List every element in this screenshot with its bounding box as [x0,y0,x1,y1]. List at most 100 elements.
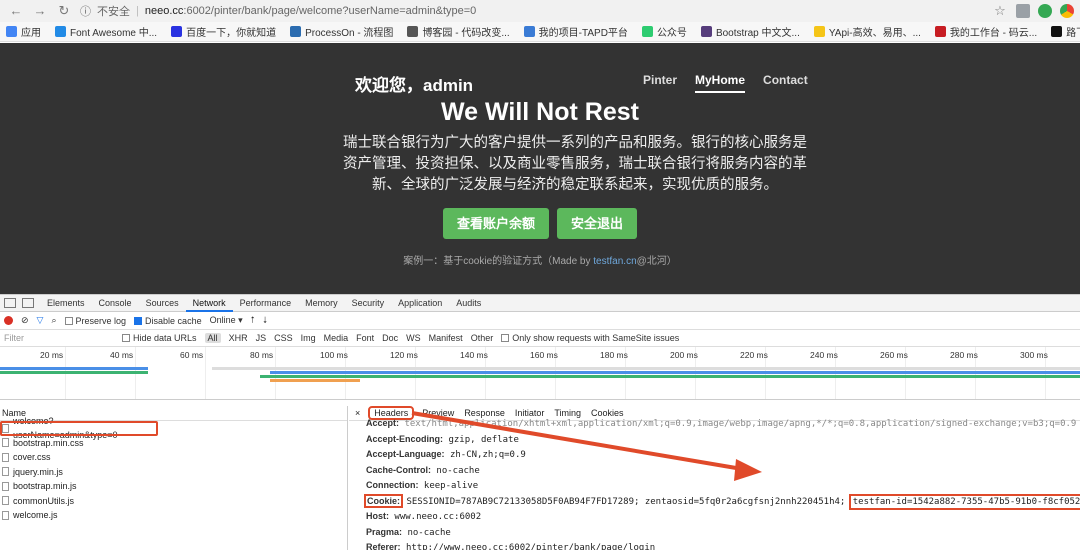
bookmark-icon [1051,26,1063,37]
header-value: http://www.neeo.cc:6002/pinter/bank/page… [405,543,656,550]
url-field[interactable]: ⓘ 不安全 | neeo.cc :6002/pinter/bank/page/w… [80,2,1010,20]
type-filter-doc[interactable]: Doc [382,333,398,343]
bookmark-label: 应用 [21,28,41,39]
type-filter-font[interactable]: Font [356,333,374,343]
devtools-tab-console[interactable]: Console [92,295,139,312]
bookmark-icon [641,26,653,37]
info-icon[interactable]: ⓘ [80,3,91,19]
request-name: bootstrap.min.js [13,481,77,491]
url-separator: | [136,5,139,17]
devtools-tab-memory[interactable]: Memory [298,295,345,312]
type-filter-img[interactable]: Img [301,333,316,343]
bookmark-item[interactable]: 公众号 [641,24,687,39]
timeline-tick: 20 ms [40,350,64,360]
devtools-tab-audits[interactable]: Audits [449,295,488,312]
header-key: Accept: [366,418,400,428]
file-icon [2,423,9,433]
search-icon[interactable]: ⌕ [51,315,56,326]
hide-data-urls-checkbox[interactable]: Hide data URLs [122,333,197,343]
type-filter-ws[interactable]: WS [406,333,421,343]
devtools-tab-network[interactable]: Network [185,295,233,312]
bookmark-item[interactable]: ProcessOn - 流程图 [290,24,393,39]
bookmark-item[interactable]: 路飞学城 [1051,24,1080,39]
back-icon[interactable]: ← [8,3,24,19]
bookmark-item[interactable]: YApi-高效、易用、... [813,24,921,39]
chrome-icon[interactable] [1060,4,1074,18]
view-balance-button[interactable]: 查看账户余额 [442,208,549,239]
timeline-bar [212,367,1080,370]
file-icon [2,510,9,520]
header-line: Connection: keep-alive [349,478,1080,494]
bookmark-item[interactable]: Font Awesome 中... [55,24,157,39]
nav-pinter[interactable]: Pinter [643,73,677,93]
extension-icon[interactable] [1038,4,1052,18]
cover-heading: We Will Not Rest [441,98,639,126]
request-row[interactable]: bootstrap.min.js [0,479,347,494]
devtools-tab-performance[interactable]: Performance [233,295,299,312]
type-filter-js[interactable]: JS [256,333,267,343]
filter-icon[interactable]: ▽ [37,315,44,326]
type-filter-manifest[interactable]: Manifest [429,333,463,343]
close-icon[interactable]: × [355,408,360,418]
record-icon[interactable] [4,316,13,325]
nav-contact[interactable]: Contact [763,73,808,93]
bookmark-item[interactable]: 我的工作台 - 码云... [934,24,1037,39]
bookmark-item[interactable]: 应用 [6,24,41,39]
devtools-tab-elements[interactable]: Elements [40,295,92,312]
request-name: bootstrap.min.css [13,437,84,448]
inspect-icon[interactable] [4,298,16,308]
header-key: Host: [366,511,389,521]
testfan-cookie-highlight: testfan-id=1542a882-7355-47b5-91b0-f8cf0… [848,493,1080,510]
devtools-tab-security[interactable]: Security [345,295,392,312]
bookmark-label: 我的项目-TAPD平台 [538,28,628,39]
file-icon [2,467,9,477]
network-timeline: 20 ms 40 ms 60 ms 80 ms 100 ms 120 ms 140 ms 16… [0,347,1080,400]
reload-icon[interactable]: ↻ [56,3,72,19]
bookmark-item[interactable]: Bootstrap 中文文... [700,24,800,39]
header-line: Cookie: SESSIONID=787AB9C72133058D5F0AB9… [349,493,1080,510]
filter-input[interactable]: Filter [4,333,114,343]
request-name: jquery.min.js [13,466,63,477]
nav-myhome[interactable]: MyHome [695,73,746,93]
bookmark-item[interactable]: 百度一下，你就知道 [171,24,276,39]
device-toggle-icon[interactable] [22,298,34,308]
type-filter-css[interactable]: CSS [274,333,293,343]
request-row[interactable]: welcome?userName=admin&type=0 [0,416,158,440]
bookmark-icon [407,26,419,37]
throttle-select[interactable]: Online ▾ [210,315,243,326]
import-icon[interactable]: ⭡ [251,315,255,326]
type-filter-media[interactable]: Media [324,333,349,343]
logout-button[interactable]: 安全退出 [557,208,638,239]
request-detail: × Headers Preview Response Initiator Timing C… [349,406,1080,550]
bookmark-item[interactable]: 我的项目-TAPD平台 [523,24,628,39]
export-icon[interactable]: ⭣ [263,315,267,326]
timeline-tick: 80 ms [250,350,274,360]
request-row[interactable]: bootstrap.min.css [0,436,347,451]
type-filter-all[interactable]: All [204,333,221,343]
preserve-log-checkbox[interactable]: Preserve log [64,316,126,326]
disable-cache-checkbox[interactable]: Disable cache [134,316,202,326]
bookmark-label: 路飞学城 [1066,28,1080,39]
timeline-tick: 200 ms [670,350,698,360]
request-row[interactable]: commonUtils.js [0,494,347,509]
extension-icon[interactable] [1016,4,1030,18]
timeline-tick: 140 ms [460,350,488,360]
type-filter-other[interactable]: Other [471,333,494,343]
bookmark-label: 公众号 [656,28,687,39]
request-row[interactable]: cover.css [0,450,347,465]
timeline-gridline [205,347,206,399]
devtools-tab-sources[interactable]: Sources [139,295,186,312]
star-icon[interactable]: ☆ [992,3,1008,19]
request-row[interactable]: jquery.min.js [0,465,347,480]
author-link[interactable]: testfan.cn [593,256,636,267]
header-value: www.neeo.cc:6002 [394,512,482,522]
lead-paragraph: 瑞士联合银行为广大的客户提供一系列的产品和服务。银行的核心服务是资产管理、投资担… [343,135,807,193]
timeline-tick: 100 ms [320,350,348,360]
type-filter-xhr[interactable]: XHR [229,333,248,343]
bookmark-item[interactable]: 博客园 - 代码改变... [407,24,510,39]
request-row[interactable]: welcome.js [0,508,347,523]
samesite-checkbox[interactable]: Only show requests with SameSite issues [501,333,679,343]
devtools-tab-application[interactable]: Application [391,295,449,312]
forward-icon[interactable]: → [32,3,48,19]
clear-icon[interactable]: ⊘ [21,315,29,326]
